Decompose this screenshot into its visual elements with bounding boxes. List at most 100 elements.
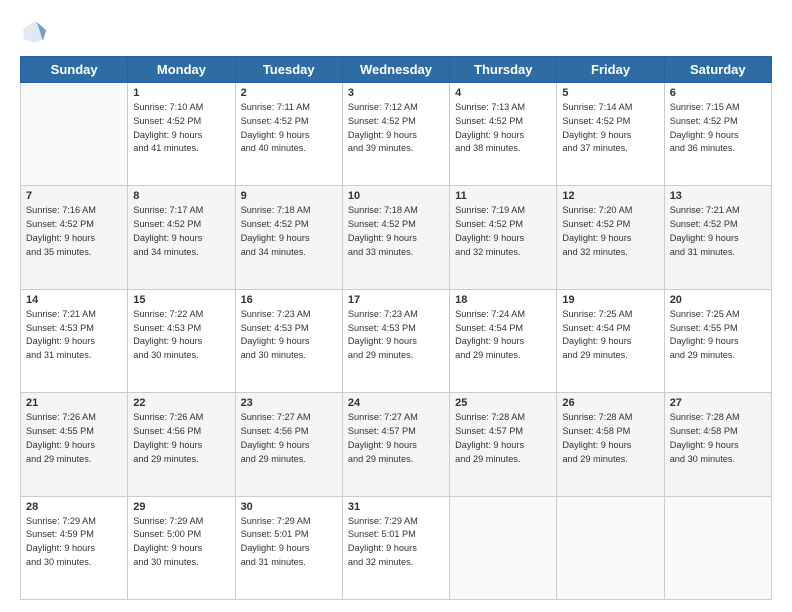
day-number: 17: [348, 294, 444, 306]
day-number: 16: [241, 294, 337, 306]
calendar-week-3: 14Sunrise: 7:21 AMSunset: 4:53 PMDayligh…: [21, 289, 772, 392]
day-info: Sunrise: 7:12 AMSunset: 4:52 PMDaylight:…: [348, 101, 444, 156]
day-number: 3: [348, 87, 444, 99]
calendar-cell: 17 Sunrise: 7:23 AMSunset: 4:53 PMDayligh…: [342, 289, 449, 392]
calendar-cell: 13 Sunrise: 7:21 AMSunset: 4:52 PMDayligh…: [664, 186, 771, 289]
day-number: 2: [241, 87, 337, 99]
day-info: Sunrise: 7:29 AMSunset: 5:00 PMDaylight:…: [133, 515, 229, 570]
day-number: 22: [133, 397, 229, 409]
day-info: Sunrise: 7:19 AMSunset: 4:52 PMDaylight:…: [455, 204, 551, 259]
day-info: Sunrise: 7:18 AMSunset: 4:52 PMDaylight:…: [348, 204, 444, 259]
calendar-header-thursday: Thursday: [450, 57, 557, 83]
calendar-header-row: SundayMondayTuesdayWednesdayThursdayFrid…: [21, 57, 772, 83]
day-info: Sunrise: 7:28 AMSunset: 4:57 PMDaylight:…: [455, 411, 551, 466]
day-info: Sunrise: 7:27 AMSunset: 4:57 PMDaylight:…: [348, 411, 444, 466]
calendar-cell: 24 Sunrise: 7:27 AMSunset: 4:57 PMDayligh…: [342, 393, 449, 496]
calendar-cell: 31Sunrise: 7:29 AMSunset: 5:01 PMDayligh…: [342, 496, 449, 599]
calendar-cell: 21 Sunrise: 7:26 AMSunset: 4:55 PMDayligh…: [21, 393, 128, 496]
calendar-cell: 27 Sunrise: 7:28 AMSunset: 4:58 PMDayligh…: [664, 393, 771, 496]
calendar-cell: 26Sunrise: 7:28 AMSunset: 4:58 PMDayligh…: [557, 393, 664, 496]
day-number: 25: [455, 397, 551, 409]
day-number: 12: [562, 190, 658, 202]
day-info: Sunrise: 7:26 AMSunset: 4:55 PMDaylight:…: [26, 411, 122, 466]
calendar-cell: 2 Sunrise: 7:11 AMSunset: 4:52 PMDaylight…: [235, 83, 342, 186]
day-info: Sunrise: 7:16 AMSunset: 4:52 PMDaylight:…: [26, 204, 122, 259]
calendar-cell: 6Sunrise: 7:15 AMSunset: 4:52 PMDaylight…: [664, 83, 771, 186]
day-info: Sunrise: 7:29 AMSunset: 5:01 PMDaylight:…: [241, 515, 337, 570]
day-info: Sunrise: 7:10 AMSunset: 4:52 PMDaylight:…: [133, 101, 229, 156]
calendar-week-1: 1 Sunrise: 7:10 AMSunset: 4:52 PMDaylight…: [21, 83, 772, 186]
calendar-cell: 10 Sunrise: 7:18 AMSunset: 4:52 PMDayligh…: [342, 186, 449, 289]
calendar-header-sunday: Sunday: [21, 57, 128, 83]
day-number: 8: [133, 190, 229, 202]
calendar-cell: 3 Sunrise: 7:12 AMSunset: 4:52 PMDaylight…: [342, 83, 449, 186]
day-info: Sunrise: 7:25 AMSunset: 4:54 PMDaylight:…: [562, 308, 658, 363]
calendar-cell: 11 Sunrise: 7:19 AMSunset: 4:52 PMDayligh…: [450, 186, 557, 289]
calendar-cell: 19Sunrise: 7:25 AMSunset: 4:54 PMDayligh…: [557, 289, 664, 392]
day-number: 5: [562, 87, 658, 99]
day-info: Sunrise: 7:14 AMSunset: 4:52 PMDaylight:…: [562, 101, 658, 156]
day-number: 15: [133, 294, 229, 306]
day-info: Sunrise: 7:27 AMSunset: 4:56 PMDaylight:…: [241, 411, 337, 466]
day-info: Sunrise: 7:29 AMSunset: 5:01 PMDaylight:…: [348, 515, 444, 570]
calendar-cell: 4 Sunrise: 7:13 AMSunset: 4:52 PMDaylight…: [450, 83, 557, 186]
calendar-cell: [450, 496, 557, 599]
day-info: Sunrise: 7:29 AMSunset: 4:59 PMDaylight:…: [26, 515, 122, 570]
day-number: 10: [348, 190, 444, 202]
calendar-cell: 29 Sunrise: 7:29 AMSunset: 5:00 PMDayligh…: [128, 496, 235, 599]
day-number: 13: [670, 190, 766, 202]
day-info: Sunrise: 7:22 AMSunset: 4:53 PMDaylight:…: [133, 308, 229, 363]
calendar-cell: 20 Sunrise: 7:25 AMSunset: 4:55 PMDayligh…: [664, 289, 771, 392]
day-info: Sunrise: 7:21 AMSunset: 4:52 PMDaylight:…: [670, 204, 766, 259]
day-number: 7: [26, 190, 122, 202]
day-info: Sunrise: 7:13 AMSunset: 4:52 PMDaylight:…: [455, 101, 551, 156]
day-info: Sunrise: 7:17 AMSunset: 4:52 PMDaylight:…: [133, 204, 229, 259]
calendar-cell: 12 Sunrise: 7:20 AMSunset: 4:52 PMDayligh…: [557, 186, 664, 289]
calendar-cell: 16 Sunrise: 7:23 AMSunset: 4:53 PMDayligh…: [235, 289, 342, 392]
calendar-cell: 7 Sunrise: 7:16 AMSunset: 4:52 PMDaylight…: [21, 186, 128, 289]
calendar-week-4: 21 Sunrise: 7:26 AMSunset: 4:55 PMDayligh…: [21, 393, 772, 496]
calendar-cell: 25 Sunrise: 7:28 AMSunset: 4:57 PMDayligh…: [450, 393, 557, 496]
day-number: 6: [670, 87, 766, 99]
day-number: 18: [455, 294, 551, 306]
calendar-header-saturday: Saturday: [664, 57, 771, 83]
calendar-header-friday: Friday: [557, 57, 664, 83]
day-number: 23: [241, 397, 337, 409]
day-number: 21: [26, 397, 122, 409]
calendar-week-2: 7 Sunrise: 7:16 AMSunset: 4:52 PMDaylight…: [21, 186, 772, 289]
day-info: Sunrise: 7:18 AMSunset: 4:52 PMDaylight:…: [241, 204, 337, 259]
calendar-cell: [557, 496, 664, 599]
calendar-cell: 23 Sunrise: 7:27 AMSunset: 4:56 PMDayligh…: [235, 393, 342, 496]
day-number: 27: [670, 397, 766, 409]
day-info: Sunrise: 7:26 AMSunset: 4:56 PMDaylight:…: [133, 411, 229, 466]
calendar-table: SundayMondayTuesdayWednesdayThursdayFrid…: [20, 56, 772, 600]
calendar-cell: [664, 496, 771, 599]
logo-icon: [20, 18, 48, 46]
day-info: Sunrise: 7:20 AMSunset: 4:52 PMDaylight:…: [562, 204, 658, 259]
calendar-cell: 9 Sunrise: 7:18 AMSunset: 4:52 PMDaylight…: [235, 186, 342, 289]
calendar-cell: 14Sunrise: 7:21 AMSunset: 4:53 PMDayligh…: [21, 289, 128, 392]
day-number: 9: [241, 190, 337, 202]
day-number: 26: [562, 397, 658, 409]
day-info: Sunrise: 7:23 AMSunset: 4:53 PMDaylight:…: [241, 308, 337, 363]
calendar-week-5: 28 Sunrise: 7:29 AMSunset: 4:59 PMDayligh…: [21, 496, 772, 599]
day-number: 30: [241, 501, 337, 513]
calendar-header-tuesday: Tuesday: [235, 57, 342, 83]
day-number: 4: [455, 87, 551, 99]
calendar-cell: 30 Sunrise: 7:29 AMSunset: 5:01 PMDayligh…: [235, 496, 342, 599]
day-number: 1: [133, 87, 229, 99]
day-number: 29: [133, 501, 229, 513]
day-info: Sunrise: 7:25 AMSunset: 4:55 PMDaylight:…: [670, 308, 766, 363]
day-number: 28: [26, 501, 122, 513]
calendar-cell: 8 Sunrise: 7:17 AMSunset: 4:52 PMDaylight…: [128, 186, 235, 289]
day-info: Sunrise: 7:23 AMSunset: 4:53 PMDaylight:…: [348, 308, 444, 363]
day-info: Sunrise: 7:11 AMSunset: 4:52 PMDaylight:…: [241, 101, 337, 156]
day-number: 24: [348, 397, 444, 409]
day-info: Sunrise: 7:24 AMSunset: 4:54 PMDaylight:…: [455, 308, 551, 363]
calendar-cell: 18 Sunrise: 7:24 AMSunset: 4:54 PMDayligh…: [450, 289, 557, 392]
day-number: 11: [455, 190, 551, 202]
calendar-header-monday: Monday: [128, 57, 235, 83]
day-number: 14: [26, 294, 122, 306]
day-number: 20: [670, 294, 766, 306]
day-info: Sunrise: 7:28 AMSunset: 4:58 PMDaylight:…: [670, 411, 766, 466]
